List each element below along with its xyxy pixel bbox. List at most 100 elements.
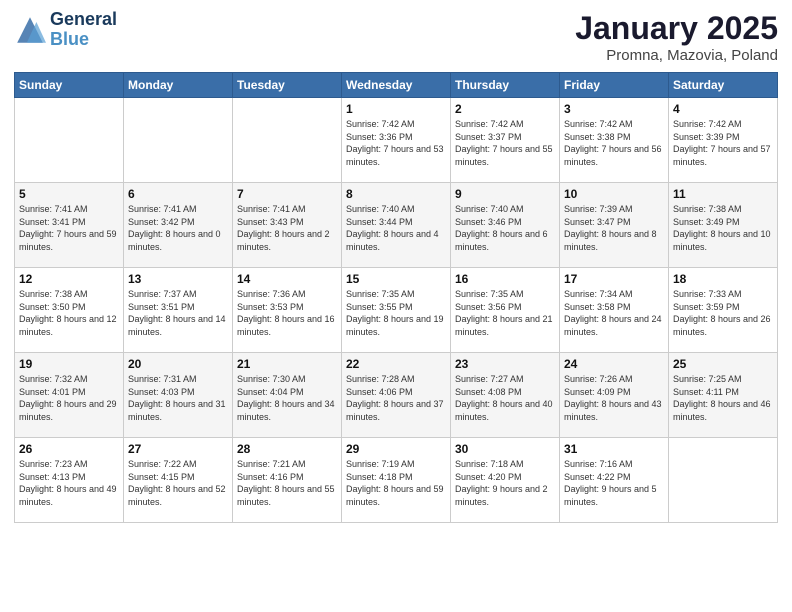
cell-info-text: Sunrise: 7:30 AM Sunset: 4:04 PM Dayligh…: [237, 373, 337, 423]
cell-info-text: Sunrise: 7:31 AM Sunset: 4:03 PM Dayligh…: [128, 373, 228, 423]
col-thursday: Thursday: [451, 73, 560, 98]
cell-info-text: Sunrise: 7:28 AM Sunset: 4:06 PM Dayligh…: [346, 373, 446, 423]
week-row-5: 26 Sunrise: 7:23 AM Sunset: 4:13 PM Dayli…: [15, 438, 778, 523]
cell-day-number: 31: [564, 442, 664, 456]
cell-day-number: 9: [455, 187, 555, 201]
cell-day-number: 30: [455, 442, 555, 456]
table-cell: 2 Sunrise: 7:42 AM Sunset: 3:37 PM Daylig…: [451, 98, 560, 183]
cell-info-text: Sunrise: 7:21 AM Sunset: 4:16 PM Dayligh…: [237, 458, 337, 508]
logo-icon: [14, 14, 46, 46]
logo-text: General Blue: [50, 10, 117, 50]
cell-day-number: 21: [237, 357, 337, 371]
cell-info-text: Sunrise: 7:34 AM Sunset: 3:58 PM Dayligh…: [564, 288, 664, 338]
week-row-3: 12Sunrise: 7:38 AM Sunset: 3:50 PM Dayli…: [15, 268, 778, 353]
col-sunday: Sunday: [15, 73, 124, 98]
table-cell: 8 Sunrise: 7:40 AM Sunset: 3:44 PM Daylig…: [342, 183, 451, 268]
cell-info-text: Sunrise: 7:37 AM Sunset: 3:51 PM Dayligh…: [128, 288, 228, 338]
cell-info-text: Sunrise: 7:35 AM Sunset: 3:55 PM Dayligh…: [346, 288, 446, 338]
table-cell: 13Sunrise: 7:37 AM Sunset: 3:51 PM Dayli…: [124, 268, 233, 353]
week-row-2: 5 Sunrise: 7:41 AM Sunset: 3:41 PM Daylig…: [15, 183, 778, 268]
cell-info-text: Sunrise: 7:42 AM Sunset: 3:38 PM Dayligh…: [564, 118, 664, 168]
cell-info-text: Sunrise: 7:42 AM Sunset: 3:37 PM Dayligh…: [455, 118, 555, 168]
table-cell: 28 Sunrise: 7:21 AM Sunset: 4:16 PM Dayli…: [233, 438, 342, 523]
col-monday: Monday: [124, 73, 233, 98]
cell-day-number: 29: [346, 442, 446, 456]
cell-day-number: 8: [346, 187, 446, 201]
cell-day-number: 1: [346, 102, 446, 116]
table-cell: 17 Sunrise: 7:34 AM Sunset: 3:58 PM Dayli…: [560, 268, 669, 353]
table-cell: [124, 98, 233, 183]
table-cell: 12Sunrise: 7:38 AM Sunset: 3:50 PM Dayli…: [15, 268, 124, 353]
cell-day-number: 7: [237, 187, 337, 201]
cell-day-number: 22: [346, 357, 446, 371]
page-container: General Blue January 2025 Promna, Mazovi…: [0, 0, 792, 612]
cell-day-number: 11: [673, 187, 773, 201]
table-cell: 24Sunrise: 7:26 AM Sunset: 4:09 PM Dayli…: [560, 353, 669, 438]
cell-info-text: Sunrise: 7:38 AM Sunset: 3:49 PM Dayligh…: [673, 203, 773, 253]
cell-info-text: Sunrise: 7:19 AM Sunset: 4:18 PM Dayligh…: [346, 458, 446, 508]
cell-info-text: Sunrise: 7:35 AM Sunset: 3:56 PM Dayligh…: [455, 288, 555, 338]
cell-info-text: Sunrise: 7:41 AM Sunset: 3:43 PM Dayligh…: [237, 203, 337, 253]
logo: General Blue: [14, 10, 117, 50]
cell-info-text: Sunrise: 7:25 AM Sunset: 4:11 PM Dayligh…: [673, 373, 773, 423]
table-cell: 18Sunrise: 7:33 AM Sunset: 3:59 PM Dayli…: [669, 268, 778, 353]
cell-info-text: Sunrise: 7:41 AM Sunset: 3:41 PM Dayligh…: [19, 203, 119, 253]
cell-day-number: 3: [564, 102, 664, 116]
table-cell: 26 Sunrise: 7:23 AM Sunset: 4:13 PM Dayli…: [15, 438, 124, 523]
cell-info-text: Sunrise: 7:41 AM Sunset: 3:42 PM Dayligh…: [128, 203, 228, 253]
cell-day-number: 6: [128, 187, 228, 201]
table-cell: 7 Sunrise: 7:41 AM Sunset: 3:43 PM Daylig…: [233, 183, 342, 268]
col-wednesday: Wednesday: [342, 73, 451, 98]
cell-info-text: Sunrise: 7:16 AM Sunset: 4:22 PM Dayligh…: [564, 458, 664, 508]
cell-info-text: Sunrise: 7:27 AM Sunset: 4:08 PM Dayligh…: [455, 373, 555, 423]
table-cell: 31 Sunrise: 7:16 AM Sunset: 4:22 PM Dayli…: [560, 438, 669, 523]
table-cell: 29 Sunrise: 7:19 AM Sunset: 4:18 PM Dayli…: [342, 438, 451, 523]
cell-day-number: 5: [19, 187, 119, 201]
table-cell: [15, 98, 124, 183]
calendar-title: January 2025: [575, 10, 778, 47]
cell-day-number: 14: [237, 272, 337, 286]
table-cell: 27Sunrise: 7:22 AM Sunset: 4:15 PM Dayli…: [124, 438, 233, 523]
table-cell: 6 Sunrise: 7:41 AM Sunset: 3:42 PM Daylig…: [124, 183, 233, 268]
table-cell: 1Sunrise: 7:42 AM Sunset: 3:36 PM Daylig…: [342, 98, 451, 183]
table-cell: [669, 438, 778, 523]
cell-day-number: 12: [19, 272, 119, 286]
cell-day-number: 10: [564, 187, 664, 201]
cell-day-number: 28: [237, 442, 337, 456]
table-cell: 14 Sunrise: 7:36 AM Sunset: 3:53 PM Dayli…: [233, 268, 342, 353]
table-cell: 11 Sunrise: 7:38 AM Sunset: 3:49 PM Dayli…: [669, 183, 778, 268]
title-block: January 2025 Promna, Mazovia, Poland: [575, 10, 778, 64]
table-cell: 22 Sunrise: 7:28 AM Sunset: 4:06 PM Dayli…: [342, 353, 451, 438]
table-cell: 25Sunrise: 7:25 AM Sunset: 4:11 PM Dayli…: [669, 353, 778, 438]
cell-day-number: 17: [564, 272, 664, 286]
cell-info-text: Sunrise: 7:33 AM Sunset: 3:59 PM Dayligh…: [673, 288, 773, 338]
table-cell: 4Sunrise: 7:42 AM Sunset: 3:39 PM Daylig…: [669, 98, 778, 183]
cell-day-number: 16: [455, 272, 555, 286]
table-cell: 30Sunrise: 7:18 AM Sunset: 4:20 PM Dayli…: [451, 438, 560, 523]
cell-day-number: 24: [564, 357, 664, 371]
cell-day-number: 15: [346, 272, 446, 286]
cell-day-number: 20: [128, 357, 228, 371]
table-cell: 19Sunrise: 7:32 AM Sunset: 4:01 PM Dayli…: [15, 353, 124, 438]
cell-info-text: Sunrise: 7:40 AM Sunset: 3:46 PM Dayligh…: [455, 203, 555, 253]
week-row-1: 1Sunrise: 7:42 AM Sunset: 3:36 PM Daylig…: [15, 98, 778, 183]
col-saturday: Saturday: [669, 73, 778, 98]
cell-day-number: 27: [128, 442, 228, 456]
table-cell: [233, 98, 342, 183]
table-cell: 20 Sunrise: 7:31 AM Sunset: 4:03 PM Dayli…: [124, 353, 233, 438]
calendar-subtitle: Promna, Mazovia, Poland: [575, 47, 778, 64]
week-row-4: 19Sunrise: 7:32 AM Sunset: 4:01 PM Dayli…: [15, 353, 778, 438]
cell-info-text: Sunrise: 7:23 AM Sunset: 4:13 PM Dayligh…: [19, 458, 119, 508]
calendar-header-row: Sunday Monday Tuesday Wednesday Thursday…: [15, 73, 778, 98]
cell-info-text: Sunrise: 7:36 AM Sunset: 3:53 PM Dayligh…: [237, 288, 337, 338]
table-cell: 15 Sunrise: 7:35 AM Sunset: 3:55 PM Dayli…: [342, 268, 451, 353]
table-cell: 21 Sunrise: 7:30 AM Sunset: 4:04 PM Dayli…: [233, 353, 342, 438]
cell-info-text: Sunrise: 7:40 AM Sunset: 3:44 PM Dayligh…: [346, 203, 446, 253]
cell-day-number: 4: [673, 102, 773, 116]
table-cell: 5 Sunrise: 7:41 AM Sunset: 3:41 PM Daylig…: [15, 183, 124, 268]
table-cell: 10Sunrise: 7:39 AM Sunset: 3:47 PM Dayli…: [560, 183, 669, 268]
cell-day-number: 2: [455, 102, 555, 116]
cell-day-number: 26: [19, 442, 119, 456]
col-tuesday: Tuesday: [233, 73, 342, 98]
table-cell: 16 Sunrise: 7:35 AM Sunset: 3:56 PM Dayli…: [451, 268, 560, 353]
